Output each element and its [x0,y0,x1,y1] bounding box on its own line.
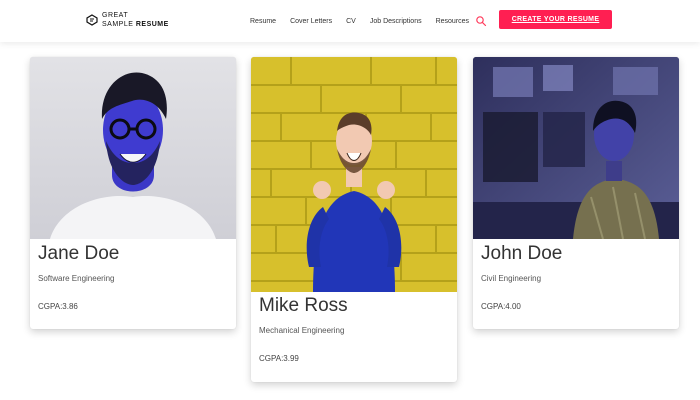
student-info: John Doe Civil Engineering CGPA:4.00 [473,239,679,312]
logo-line-2-bold: RESUME [135,21,169,28]
student-card[interactable]: Jane Doe Software Engineering CGPA:3.86 [30,57,236,329]
student-info: Mike Ross Mechanical Engineering CGPA:3.… [251,292,457,364]
student-card[interactable]: Mike Ross Mechanical Engineering CGPA:3.… [251,57,457,382]
search-icon[interactable] [475,14,487,27]
create-your-resume-button[interactable]: CREATE YOUR RESUME [499,10,612,29]
main-nav: Resume Cover Letters CV Job Descriptions… [250,14,469,28]
nav-link-resources[interactable]: Resources [436,18,469,25]
nav-link-job-descriptions[interactable]: Job Descriptions [370,18,422,25]
logo-text: GREAT SAMPLE RESUME [102,11,169,29]
student-cgpa: CGPA:4.00 [481,302,521,311]
student-name: Mike Ross [259,295,348,316]
student-photo [251,57,457,292]
student-card[interactable]: John Doe Civil Engineering CGPA:4.00 [473,57,679,329]
student-photo [473,57,679,239]
site-logo[interactable]: GREAT SAMPLE RESUME [86,10,169,30]
student-major: Software Engineering [38,274,115,283]
student-cgpa: CGPA:3.86 [38,302,78,311]
student-major: Mechanical Engineering [259,326,345,335]
nav-link-resume[interactable]: Resume [250,18,276,25]
nav-link-cv[interactable]: CV [346,18,356,25]
logo-line-2: SAMPLE RESUME [102,20,169,29]
nav-link-cover-letters[interactable]: Cover Letters [290,18,332,25]
logo-line-1: GREAT [102,12,129,19]
student-cgpa: CGPA:3.99 [259,354,299,363]
top-navigation-bar: GREAT SAMPLE RESUME Resume Cover Letters… [0,0,700,42]
student-photo [30,57,236,239]
student-name: John Doe [481,243,563,264]
resume-logo-icon [86,14,98,26]
student-name: Jane Doe [38,243,120,264]
student-info: Jane Doe Software Engineering CGPA:3.86 [30,239,236,312]
logo-line-2-prefix: SAMPLE [102,21,134,28]
student-major: Civil Engineering [481,274,542,283]
